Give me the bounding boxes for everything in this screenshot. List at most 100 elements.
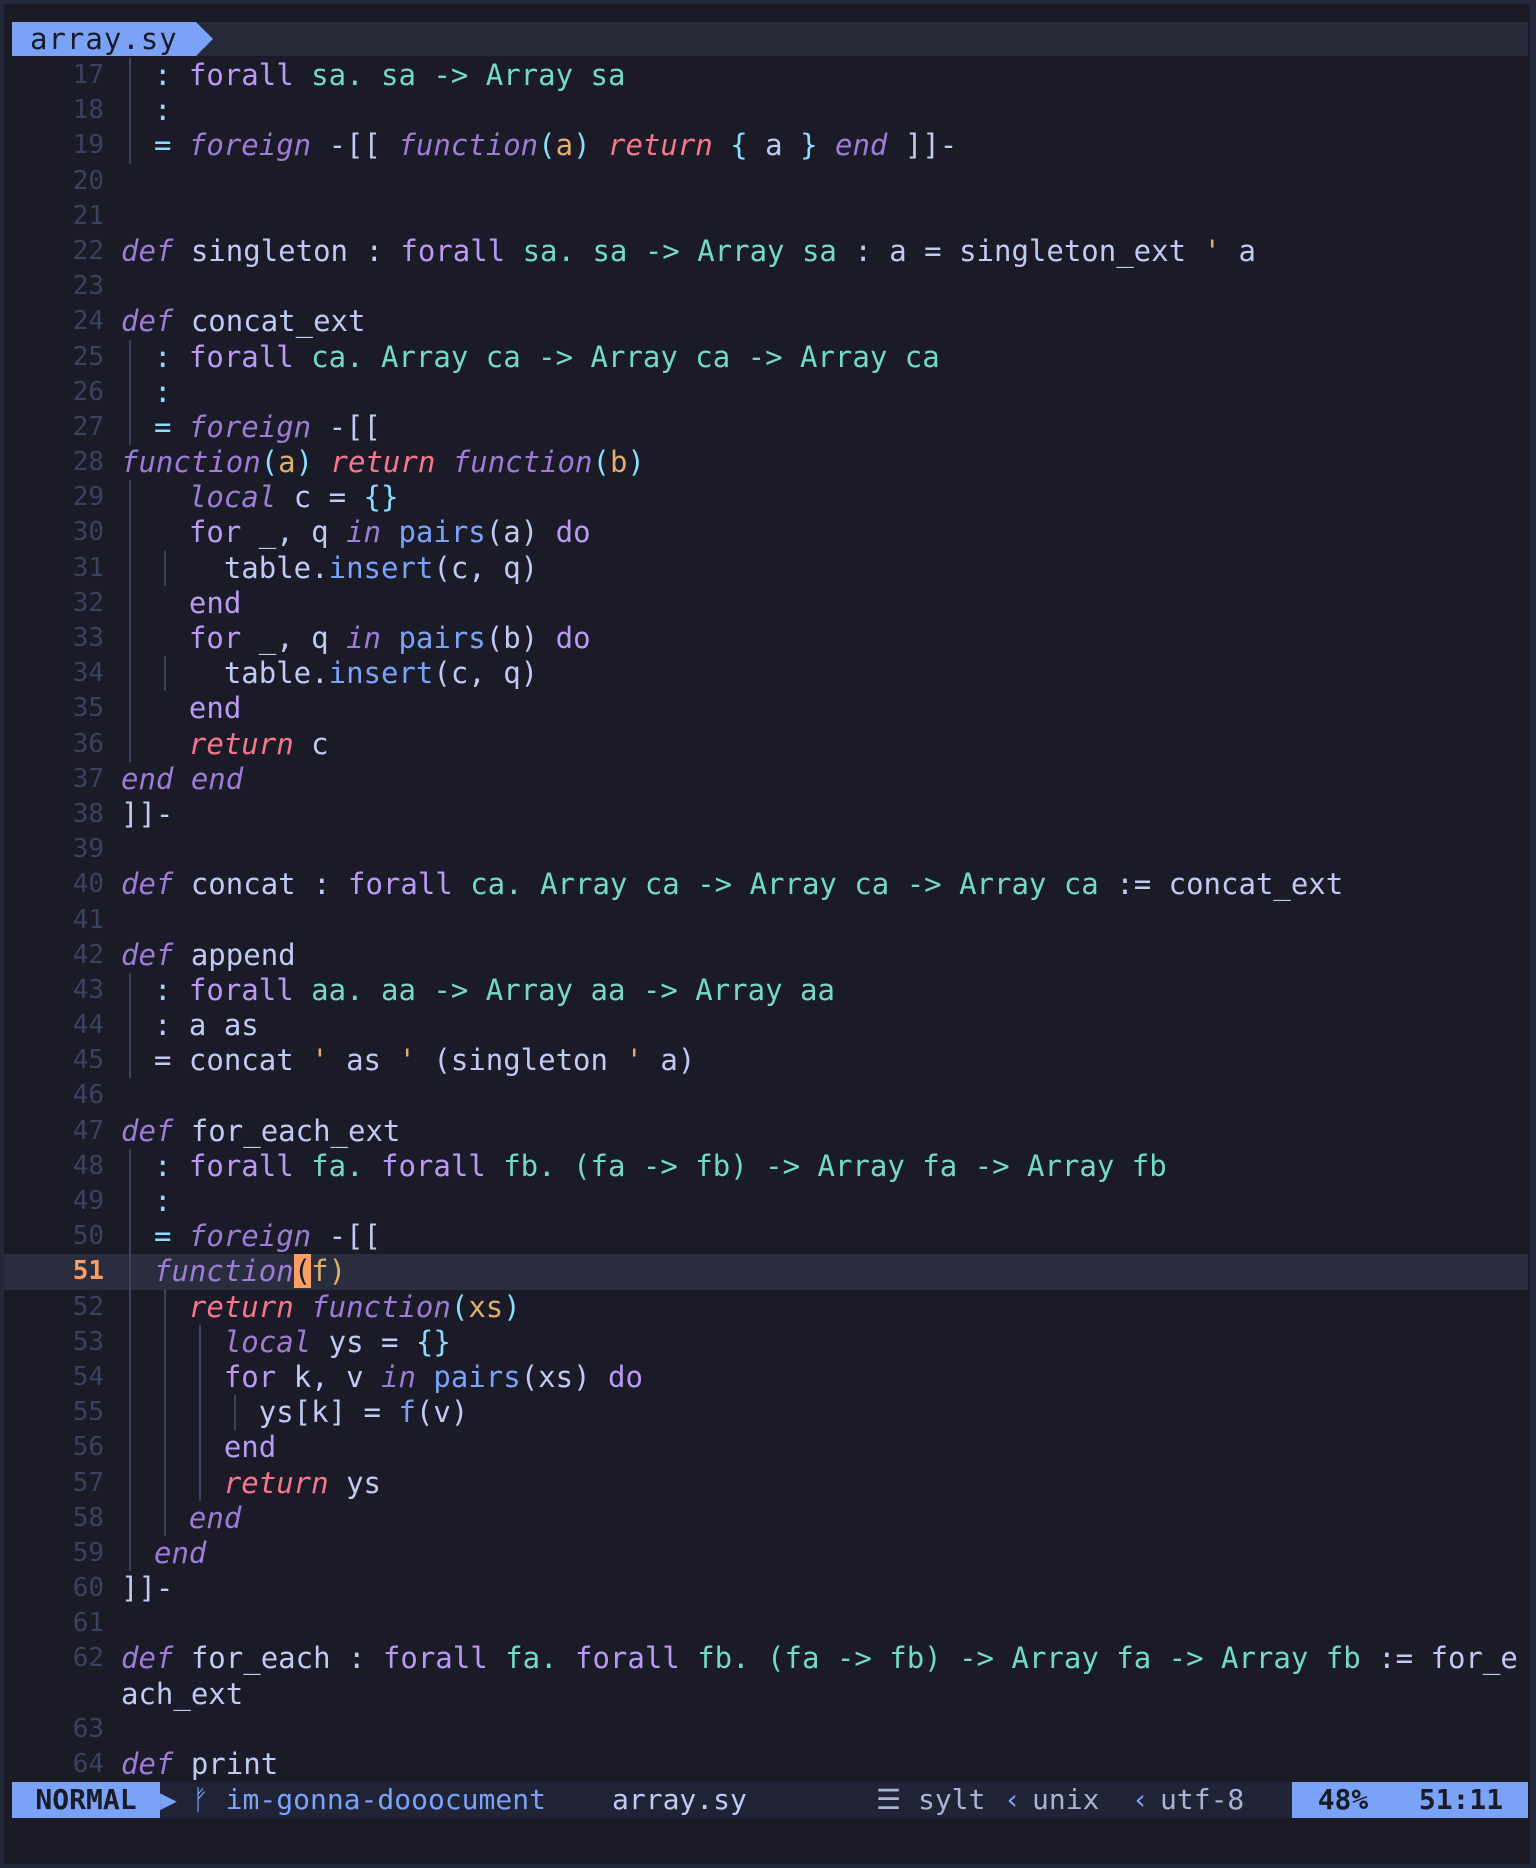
- code-line[interactable]: 62 def for_each : forall fa. forall fb. (…: [4, 1641, 1528, 1676]
- line-text: ach_ext: [121, 1677, 243, 1712]
- code-line[interactable]: 32 end: [4, 585, 1528, 621]
- code-token: ys: [328, 1465, 381, 1500]
- line-number: 64: [72, 1749, 104, 1779]
- code-line[interactable]: 20: [4, 164, 1528, 199]
- line-text: return c: [154, 727, 329, 762]
- line-text: ]]-: [121, 797, 173, 832]
- code-token: ys =: [311, 1324, 416, 1359]
- code-token: ': [625, 1043, 643, 1078]
- code-line[interactable]: 61: [4, 1606, 1528, 1641]
- code-line[interactable]: 28 function(a) return function(b): [4, 445, 1528, 480]
- code-token: c: [293, 726, 329, 761]
- mode-separator-arrow: ▶: [160, 1783, 177, 1816]
- code-line[interactable]: 18:: [4, 93, 1528, 129]
- code-line[interactable]: 39: [4, 832, 1528, 867]
- indent-guide: [129, 585, 131, 621]
- code-line[interactable]: 38]]-: [4, 797, 1528, 832]
- line-text: = foreign -[[: [154, 410, 381, 445]
- encoding: utf-8: [1160, 1783, 1245, 1816]
- code-buffer[interactable]: 17: forall sa. sa -> Array sa 18:19 = fore…: [4, 58, 1528, 1782]
- indent-guide: [129, 621, 131, 657]
- indent-guide: [129, 1430, 131, 1466]
- code-line[interactable]: 22 def singleton : forall sa. sa -> Array…: [4, 234, 1528, 269]
- code-token: ): [295, 445, 331, 480]
- code-line[interactable]: 49:: [4, 1184, 1528, 1220]
- code-line[interactable]: 56 end: [4, 1430, 1528, 1466]
- code-line[interactable]: 33 for _, q in pairs(b) do: [4, 621, 1528, 657]
- code-token: fb. (fa -> fb) -> Array fa -> Array fb: [679, 1641, 1361, 1676]
- scroll-percent: 48%: [1292, 1782, 1394, 1818]
- statusline: NORMAL ▶ ᚠ im-gonna-dooocument array.sy …: [12, 1782, 1528, 1818]
- fileformat: unix: [1032, 1783, 1100, 1816]
- cursor-position: 51:11: [1394, 1782, 1528, 1818]
- code-line[interactable]: 42 def append: [4, 938, 1528, 973]
- code-line[interactable]: 51 function(f): [4, 1254, 1528, 1290]
- code-line[interactable]: 53 local ys = {}: [4, 1324, 1528, 1360]
- code-token: : a = singleton_ext: [836, 233, 1204, 268]
- line-text: end: [154, 691, 241, 726]
- code-line[interactable]: 64 def print: [4, 1747, 1528, 1782]
- indent-guide: [129, 656, 131, 692]
- code-line[interactable]: 48: forall fa. forall fb. (fa -> fb) -> …: [4, 1148, 1528, 1184]
- code-token: end: [188, 1500, 242, 1535]
- code-token: def: [121, 233, 174, 268]
- code-line[interactable]: 27 = foreign -[[: [4, 409, 1528, 446]
- tab-array-sy[interactable]: array.sy: [12, 22, 196, 56]
- code-line[interactable]: 29 local c = {}: [4, 480, 1528, 516]
- code-token: function: [398, 128, 539, 163]
- code-line[interactable]: 46: [4, 1078, 1528, 1113]
- line-text: return ys: [154, 1466, 381, 1501]
- code-line[interactable]: 41: [4, 903, 1528, 938]
- code-line[interactable]: 58 end: [4, 1500, 1528, 1536]
- code-line[interactable]: 23: [4, 269, 1528, 304]
- line-text: end end: [121, 762, 243, 797]
- line-text: ys[k] = f(v): [154, 1395, 469, 1430]
- code-token: aa. aa -> Array aa -> Array aa: [293, 972, 835, 1007]
- code-token: concat :: [173, 867, 348, 902]
- line-text: end: [154, 1536, 206, 1571]
- code-line-wrap[interactable]: ach_ext: [4, 1677, 1528, 1712]
- line-text: end: [154, 586, 241, 621]
- code-line[interactable]: 63: [4, 1712, 1528, 1747]
- code-line[interactable]: 45 = concat ' as ' (singleton ' a): [4, 1043, 1528, 1079]
- code-line[interactable]: 54 for k, v in pairs(xs) do: [4, 1359, 1528, 1396]
- code-line[interactable]: 50 = foreign -[[: [4, 1219, 1528, 1255]
- indent-guide: [129, 374, 131, 410]
- chevron-left-icon: ‹: [1132, 1783, 1149, 1816]
- code-token: b: [609, 445, 628, 480]
- code-line[interactable]: 35 end: [4, 691, 1528, 727]
- code-line[interactable]: 43: forall aa. aa -> Array aa -> Array a…: [4, 972, 1528, 1009]
- code-line[interactable]: 19 = foreign -[[ function(a) return { a }…: [4, 128, 1528, 164]
- code-line[interactable]: 25: forall ca. Array ca -> Array ca -> A…: [4, 339, 1528, 375]
- code-line[interactable]: 31 table.insert(c, q): [4, 550, 1528, 586]
- code-line[interactable]: 26:: [4, 374, 1528, 410]
- code-line[interactable]: 59 end: [4, 1535, 1528, 1572]
- code-line[interactable]: 30 for _, q in pairs(a) do: [4, 515, 1528, 551]
- status-filename: array.sy: [612, 1783, 747, 1816]
- code-line[interactable]: 52 return function(xs): [4, 1289, 1528, 1325]
- code-line[interactable]: 44: a as: [4, 1008, 1528, 1044]
- line-number: 29: [72, 482, 104, 513]
- code-token: forall: [188, 1148, 294, 1183]
- code-line[interactable]: 17: forall sa. sa -> Array sa: [4, 58, 1528, 94]
- branch-name: im-gonna-dooocument: [225, 1783, 546, 1816]
- line-text: return function(xs): [154, 1290, 521, 1325]
- filetype: ☰ sylt: [876, 1782, 985, 1818]
- code-token: forall: [188, 58, 294, 92]
- code-line[interactable]: 24 def concat_ext: [4, 304, 1528, 339]
- code-line[interactable]: 34 table.insert(c, q): [4, 656, 1528, 692]
- code-token: _, q: [241, 621, 347, 655]
- code-line[interactable]: 47 def for_each_ext: [4, 1114, 1528, 1149]
- code-line[interactable]: 57 return ys: [4, 1465, 1528, 1501]
- code-line[interactable]: 36 return c: [4, 726, 1528, 762]
- indent-guide: [129, 409, 131, 446]
- line-text: end: [154, 1430, 276, 1465]
- code-token: ': [1203, 233, 1221, 268]
- code-line[interactable]: 55 ys[k] = f(v): [4, 1395, 1528, 1431]
- code-line[interactable]: 60]]-: [4, 1571, 1528, 1606]
- code-line[interactable]: 40 def concat : forall ca. Array ca -> Ar…: [4, 867, 1528, 902]
- code-line[interactable]: 37 end end: [4, 762, 1528, 797]
- code-line[interactable]: 21: [4, 199, 1528, 234]
